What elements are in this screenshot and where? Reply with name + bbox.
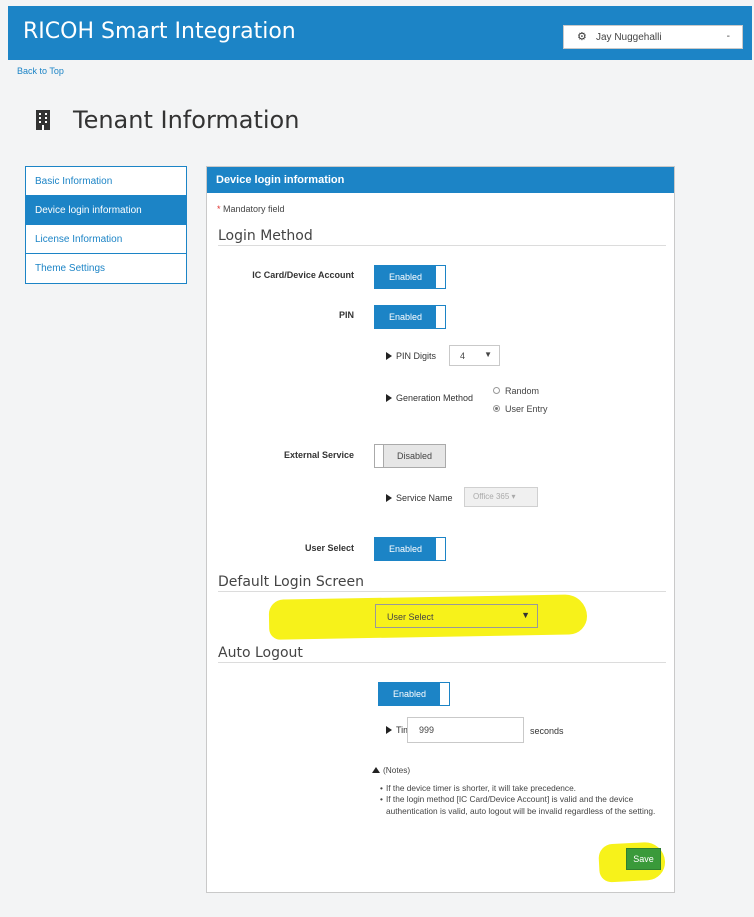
auto-logout-heading: Auto Logout bbox=[218, 645, 303, 661]
login-method-heading: Login Method bbox=[218, 228, 313, 244]
building-icon bbox=[36, 110, 50, 130]
pin-digits-select[interactable]: 4 ▼ bbox=[449, 345, 500, 366]
generation-method-text: Generation Method bbox=[396, 393, 474, 403]
triangle-right-icon bbox=[386, 494, 392, 502]
note-item: • If the login method [IC Card/Device Acc… bbox=[372, 794, 672, 817]
pin-digits-value: 4 bbox=[460, 351, 466, 361]
radio-selected-icon bbox=[493, 405, 500, 412]
top-bar: RICOH Smart Integration ⚙ Jay Nuggehalli… bbox=[8, 6, 752, 60]
note-text: If the login method [IC Card/Device Acco… bbox=[386, 794, 656, 816]
dropdown-arrow-icon: ▼ bbox=[521, 610, 530, 620]
note-text: If the device timer is shorter, it will … bbox=[386, 782, 576, 793]
note-item: • If the device timer is shorter, it will… bbox=[372, 783, 672, 795]
external-service-toggle[interactable]: Disabled bbox=[374, 444, 446, 468]
notes-label: (Notes) bbox=[383, 765, 411, 775]
sidebar-nav: Basic Information Device login informati… bbox=[25, 166, 187, 284]
external-service-label: External Service bbox=[283, 450, 354, 460]
dropdown-arrow-icon: ▼ bbox=[484, 350, 492, 359]
app-brand: RICOH Smart Integration bbox=[23, 19, 296, 44]
service-name-text: Service Name bbox=[396, 493, 453, 503]
mandatory-note: * Mandatory field bbox=[217, 204, 285, 214]
mandatory-text: Mandatory field bbox=[223, 204, 285, 214]
notes-toggle[interactable]: (Notes) bbox=[372, 765, 672, 777]
toggle-knob bbox=[375, 445, 384, 467]
notes-section: (Notes) • If the device timer is shorter,… bbox=[372, 765, 672, 817]
timer-unit: seconds bbox=[530, 726, 564, 736]
divider bbox=[218, 662, 666, 663]
pin-toggle[interactable]: Enabled bbox=[374, 305, 446, 329]
toggle-knob bbox=[436, 306, 445, 328]
sidebar-item-basic-information[interactable]: Basic Information bbox=[26, 167, 186, 196]
panel-title: Device login information bbox=[207, 167, 674, 193]
sidebar-item-device-login-information[interactable]: Device login information bbox=[26, 196, 186, 225]
timer-input[interactable]: 999 bbox=[407, 717, 524, 743]
gear-icon: ⚙ bbox=[577, 31, 587, 43]
mandatory-star: * bbox=[217, 204, 221, 214]
radio-user-entry-label: User Entry bbox=[505, 404, 548, 414]
auto-logout-toggle[interactable]: Enabled bbox=[378, 682, 450, 706]
divider bbox=[218, 591, 666, 592]
triangle-right-icon bbox=[386, 726, 392, 734]
sidebar-item-license-information[interactable]: License Information bbox=[26, 225, 186, 254]
default-login-select[interactable]: User Select ▼ bbox=[375, 604, 538, 628]
triangle-right-icon bbox=[386, 352, 392, 360]
pin-digits-label: PIN Digits bbox=[386, 351, 436, 361]
user-select-toggle-label: Enabled bbox=[388, 544, 423, 554]
pin-toggle-label: Enabled bbox=[388, 312, 423, 322]
divider bbox=[218, 245, 666, 246]
device-login-panel: Device login information * Mandatory fie… bbox=[206, 166, 675, 893]
user-menu-dropdown[interactable]: ⚙ Jay Nuggehalli - bbox=[563, 25, 743, 49]
sidebar-item-theme-settings[interactable]: Theme Settings bbox=[26, 254, 186, 283]
ic-card-label: IC Card/Device Account bbox=[252, 270, 354, 280]
user-select-label: User Select bbox=[304, 543, 354, 553]
default-login-value: User Select bbox=[387, 612, 434, 622]
toggle-knob bbox=[436, 266, 445, 288]
user-name: Jay Nuggehalli bbox=[596, 32, 662, 43]
default-login-heading: Default Login Screen bbox=[218, 574, 364, 590]
radio-random[interactable]: Random bbox=[493, 386, 539, 396]
ic-card-toggle[interactable]: Enabled bbox=[374, 265, 446, 289]
toggle-knob bbox=[440, 683, 449, 705]
generation-method-label: Generation Method bbox=[386, 393, 473, 403]
triangle-right-icon bbox=[386, 394, 392, 402]
caret-icon: - bbox=[726, 31, 730, 42]
radio-circle-icon bbox=[493, 387, 500, 394]
service-name-label: Service Name bbox=[386, 493, 453, 503]
notes-list: • If the device timer is shorter, it will… bbox=[372, 783, 672, 818]
radio-user-entry[interactable]: User Entry bbox=[493, 404, 548, 414]
triangle-up-icon bbox=[372, 767, 380, 773]
service-name-dropdown[interactable]: Office 365 ▾ bbox=[464, 487, 538, 507]
ic-card-toggle-label: Enabled bbox=[388, 272, 423, 282]
auto-logout-toggle-label: Enabled bbox=[392, 689, 427, 699]
external-service-toggle-label: Disabled bbox=[396, 451, 433, 461]
pin-digits-text: PIN Digits bbox=[396, 351, 437, 361]
back-to-top-link[interactable]: Back to Top bbox=[17, 66, 64, 76]
save-button[interactable]: Save bbox=[626, 848, 661, 870]
pin-label: PIN bbox=[338, 310, 354, 320]
radio-random-label: Random bbox=[505, 386, 540, 396]
user-select-toggle[interactable]: Enabled bbox=[374, 537, 446, 561]
page-title: Tenant Information bbox=[73, 106, 300, 134]
toggle-knob bbox=[436, 538, 445, 560]
